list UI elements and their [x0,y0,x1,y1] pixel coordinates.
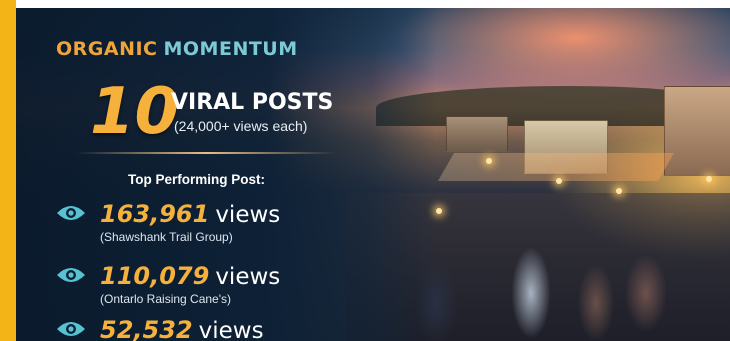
view-count: 163,961 views [100,200,280,228]
card-title: ORGANIC MOMENTUM [56,38,298,60]
eye-icon [57,322,85,336]
string-light [486,158,492,164]
view-count-number: 163,961 [100,200,210,228]
view-count-number: 110,079 [100,262,210,290]
left-accent-stripe [0,0,16,341]
views-unit: views [215,264,281,290]
background-building [664,86,730,176]
views-unit: views [215,202,281,228]
viral-posts-subtitle: (24,000+ views each) [174,118,308,134]
string-light [436,208,442,214]
view-count-number: 52,532 [100,316,193,341]
eye-icon [57,206,85,220]
string-light [706,176,712,182]
background-building [446,116,508,152]
view-count: 110,079 views [100,262,280,290]
eye-icon [57,268,85,282]
viral-posts-label: VIRAL POSTS [171,90,334,115]
title-word-organic: ORGANIC [56,38,158,60]
view-count: 52,532 views [100,316,264,341]
string-light [616,188,622,194]
post-source: (Shawshank Trail Group) [100,230,233,244]
promo-card: ORGANIC MOMENTUM 10 VIRAL POSTS (24,000+ … [16,8,730,341]
top-border [16,0,730,8]
post-source: (Ontarlo Raising Cane's) [100,292,232,306]
glow-divider [76,152,336,154]
viral-count: 10 [90,75,180,149]
string-light [556,178,562,184]
views-unit: views [198,318,264,341]
background-road-lights [437,153,675,181]
top-performing-label: Top Performing Post: [128,172,265,187]
title-word-momentum: MOMENTUM [163,38,298,60]
